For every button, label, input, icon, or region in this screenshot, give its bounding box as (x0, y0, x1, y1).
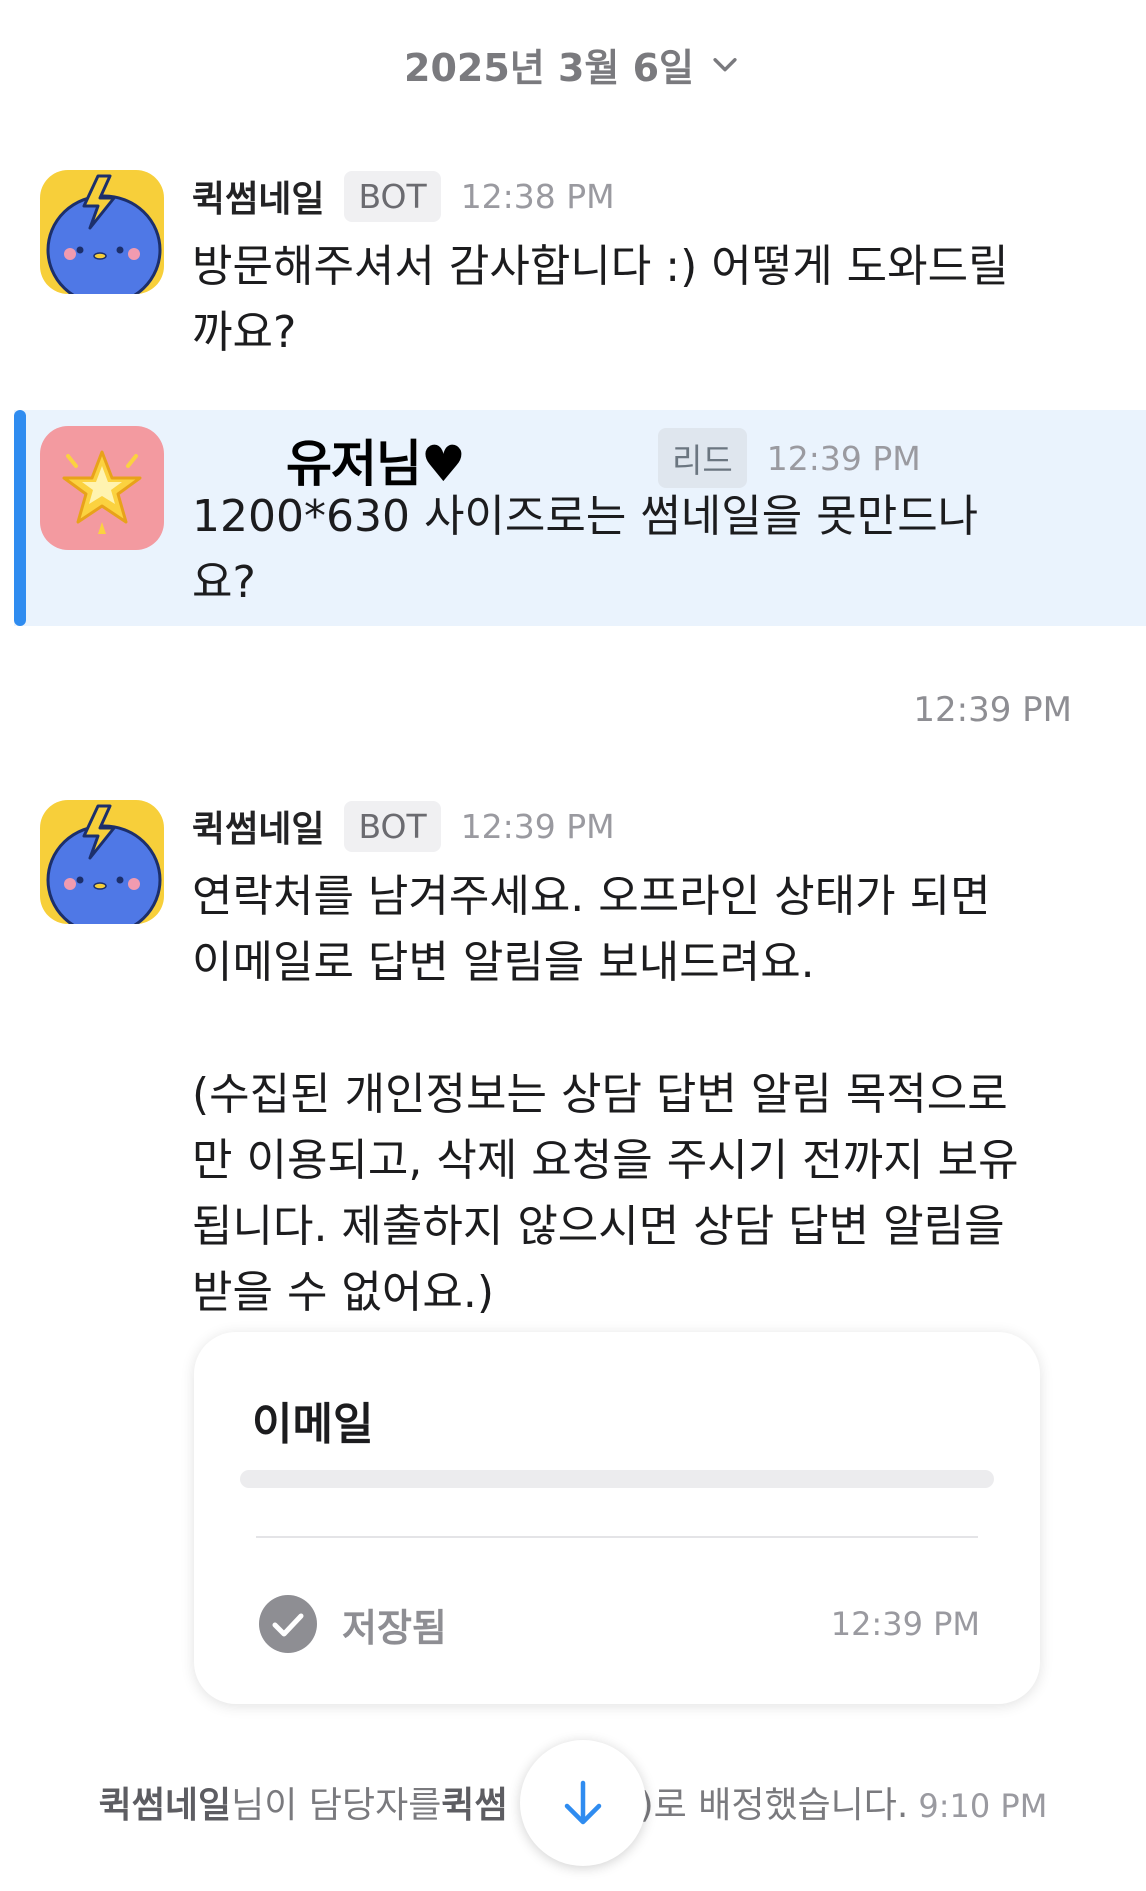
system-text-1: 님이 담당자를 (231, 1785, 442, 1826)
saved-time: 12:39 PM (830, 1605, 980, 1643)
system-text-2: )로 배정했습니다. (639, 1785, 909, 1826)
message-meta: 퀵썸네일 BOT 12:39 PM (192, 800, 615, 852)
system-time: 9:10 PM (918, 1787, 1048, 1825)
check-circle-icon (259, 1595, 317, 1653)
message-meta-right: 리드 12:39 PM (658, 428, 921, 488)
sender-name: 퀵썸네일 (192, 809, 325, 850)
message-text: 1200*630 사이즈로는 썸네일을 못만드나 요? (192, 491, 979, 608)
bot-avatar (40, 800, 164, 924)
message-text: 연락처를 남겨주세요. 오프라인 상태가 되면 이메일로 답변 알림을 보내드려… (192, 871, 1019, 1318)
scroll-to-bottom-button[interactable] (520, 1740, 646, 1866)
bot-avatar (40, 170, 164, 294)
message-bot-greeting: 퀵썸네일 BOT 12:38 PM 방문해주셔서 감사합니다 :) 어떻게 도와… (0, 170, 1146, 370)
message-text: 방문해주셔서 감사합니다 :) 어떻게 도와드릴 까요? (192, 241, 1009, 358)
sender-name: 퀵썸네일 (192, 179, 325, 220)
standalone-time: 12:39 PM (913, 690, 1072, 730)
user-avatar (40, 426, 164, 550)
system-assignee: 퀵썸 (441, 1785, 508, 1826)
arrow-down-icon (564, 1780, 602, 1825)
chevron-down-icon (713, 58, 737, 72)
bot-badge: BOT (344, 800, 441, 852)
saved-label: 저장됨 (342, 1605, 447, 1650)
email-field-label: 이메일 (252, 1399, 374, 1450)
email-field[interactable] (240, 1470, 994, 1488)
message-bot-contact-request: 퀵썸네일 BOT 12:39 PM 연락처를 남겨주세요. 오프라인 상태가 되… (0, 800, 1146, 1320)
lead-badge: 리드 (658, 428, 747, 488)
message-time: 12:39 PM (766, 438, 921, 478)
bot-badge: BOT (344, 170, 441, 222)
saved-status: 저장됨 12:39 PM (258, 1594, 980, 1654)
message-time: 12:38 PM (460, 176, 615, 216)
card-divider (256, 1536, 978, 1538)
message-time: 12:39 PM (460, 806, 615, 846)
system-actor: 퀵썸네일 (98, 1785, 232, 1826)
message-meta: 퀵썸네일 BOT 12:38 PM (192, 170, 615, 222)
email-form-card: 이메일 저장됨 12:39 PM (194, 1332, 1040, 1704)
date-header[interactable]: 2025년 3월 6일 (0, 36, 1146, 92)
message-user-question: 유저님♥ 리드 12:39 PM 1200*630 사이즈로는 썸네일을 못만드… (0, 420, 1146, 620)
date-label: 2025년 3월 6일 (404, 45, 694, 90)
